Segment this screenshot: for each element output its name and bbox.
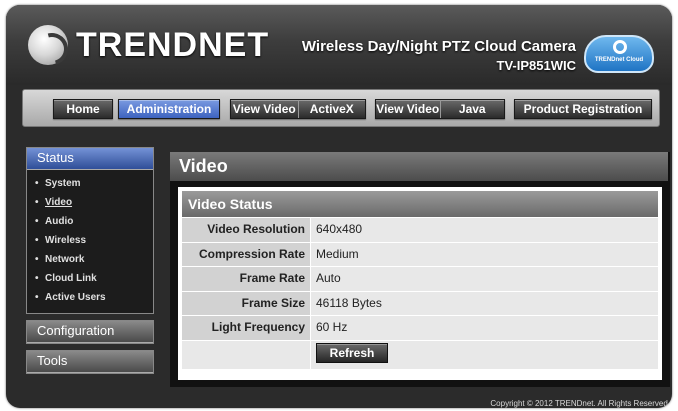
bullet-icon: • bbox=[35, 254, 39, 265]
frame-size-label: Frame Size bbox=[182, 291, 310, 315]
app-frame: TRENDNET Wireless Day/Night PTZ Cloud Ca… bbox=[6, 5, 672, 408]
compression-rate-label: Compression Rate bbox=[182, 242, 310, 266]
bullet-icon: • bbox=[35, 292, 39, 303]
refresh-button[interactable]: Refresh bbox=[316, 342, 388, 363]
copyright-footer: Copyright © 2012 TRENDnet. All Rights Re… bbox=[490, 399, 670, 408]
refresh-row-spacer bbox=[182, 340, 310, 369]
nav-view-video-label: View Video bbox=[376, 102, 440, 116]
nav-administration-button[interactable]: Administration bbox=[118, 99, 220, 119]
refresh-row: Refresh bbox=[182, 340, 658, 369]
sidebar-item-system[interactable]: • System bbox=[27, 174, 153, 193]
frame-rate-value: Auto bbox=[311, 267, 658, 291]
nav-view-video-activex-button[interactable]: View Video ActiveX bbox=[230, 99, 366, 119]
video-resolution-value: 640x480 bbox=[311, 218, 658, 242]
product-title: Wireless Day/Night PTZ Cloud Camera bbox=[301, 38, 576, 55]
sidebar-group-configuration: Configuration bbox=[26, 320, 154, 344]
sidebar-configuration-header[interactable]: Configuration bbox=[27, 321, 153, 343]
frame-rate-label: Frame Rate bbox=[182, 267, 310, 291]
light-frequency-value: 60 Hz bbox=[311, 316, 658, 340]
status-row: Compression Rate Medium bbox=[182, 242, 658, 266]
bullet-icon: • bbox=[35, 216, 39, 227]
header: TRENDNET Wireless Day/Night PTZ Cloud Ca… bbox=[6, 5, 672, 85]
cloud-icon bbox=[613, 40, 627, 54]
status-row: Frame Rate Auto bbox=[182, 267, 658, 291]
sidebar-item-cloud-link[interactable]: • Cloud Link bbox=[27, 269, 153, 288]
status-row: Light Frequency 60 Hz bbox=[182, 316, 658, 340]
status-row: Video Resolution 640x480 bbox=[182, 218, 658, 242]
compression-rate-value: Medium bbox=[311, 242, 658, 266]
sidebar-group-tools: Tools bbox=[26, 350, 154, 374]
nav-activex-label: ActiveX bbox=[297, 100, 366, 118]
nav-home-button[interactable]: Home bbox=[53, 99, 113, 119]
sidebar-group-status: Status • System • Video • Audio • Wireless •… bbox=[26, 147, 154, 314]
bullet-icon: • bbox=[35, 197, 39, 208]
light-frequency-label: Light Frequency bbox=[182, 316, 310, 340]
product-model: TV-IP851WIC bbox=[496, 58, 576, 73]
sidebar-status-list: • System • Video • Audio • Wireless • Network… bbox=[27, 170, 153, 313]
cloud-badge: TRENDnet Cloud bbox=[584, 35, 654, 73]
bullet-icon: • bbox=[35, 273, 39, 284]
sidebar-item-wireless[interactable]: • Wireless bbox=[27, 231, 153, 250]
trendnet-logo-icon bbox=[28, 25, 68, 65]
main-content: Video Video Status Video Resolution 640x… bbox=[170, 152, 670, 387]
brand-logo-text: TRENDNET bbox=[76, 26, 270, 64]
nav-java-label: Java bbox=[439, 100, 505, 118]
video-status-panel: Video Status Video Resolution 640x480 Co… bbox=[178, 187, 662, 380]
status-row: Frame Size 46118 Bytes bbox=[182, 291, 658, 315]
sidebar-item-network[interactable]: • Network bbox=[27, 250, 153, 269]
page-title: Video bbox=[179, 156, 228, 176]
video-resolution-label: Video Resolution bbox=[182, 218, 310, 242]
sidebar-item-video[interactable]: • Video bbox=[27, 193, 153, 212]
page-title-bar: Video bbox=[170, 152, 668, 181]
nav-product-registration-button[interactable]: Product Registration bbox=[514, 99, 652, 119]
sidebar-item-active-users[interactable]: • Active Users bbox=[27, 288, 153, 307]
bullet-icon: • bbox=[35, 178, 39, 189]
sidebar: Status • System • Video • Audio • Wireless •… bbox=[26, 147, 154, 380]
refresh-row-cell: Refresh bbox=[311, 340, 658, 369]
frame-size-value: 46118 Bytes bbox=[311, 291, 658, 315]
top-nav-bar: Home Administration View Video ActiveX V… bbox=[22, 89, 660, 127]
bullet-icon: • bbox=[35, 235, 39, 246]
sidebar-tools-header[interactable]: Tools bbox=[27, 351, 153, 373]
nav-view-video-label: View Video bbox=[232, 102, 296, 116]
sidebar-item-audio[interactable]: • Audio bbox=[27, 212, 153, 231]
nav-view-video-java-button[interactable]: View Video Java bbox=[375, 99, 505, 119]
sidebar-status-header[interactable]: Status bbox=[27, 148, 153, 170]
panel-title: Video Status bbox=[182, 191, 658, 217]
cloud-badge-label: TRENDnet Cloud bbox=[594, 57, 644, 63]
